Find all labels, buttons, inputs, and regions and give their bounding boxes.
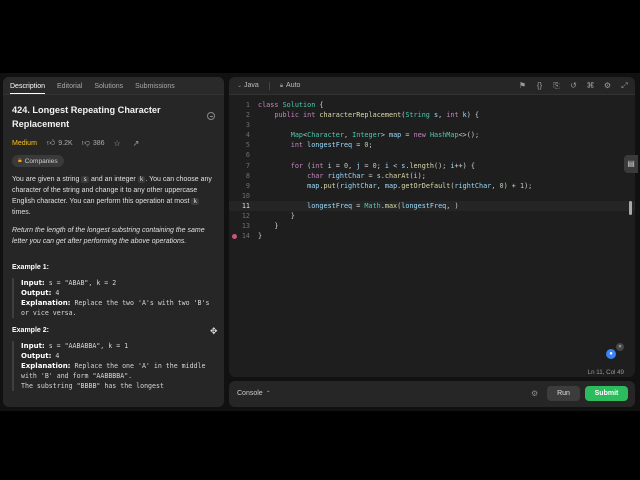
problem-meta: Medium 👍︎ 9.2K 👎︎ 386 ☆ ↗ bbox=[12, 137, 218, 149]
code-editor-panel: ⌄ Java 🔒︎ Auto ⚑ {} ⎘ ↺ ⌘ ⚙ ⤢ 1 class Solut… bbox=[229, 77, 635, 377]
cursor-position: Ln 11, Col 49 bbox=[587, 369, 624, 376]
app-window: Description Editorial Solutions Submissi… bbox=[0, 73, 640, 411]
submit-button[interactable]: Submit bbox=[585, 386, 628, 401]
side-panel-toggle[interactable]: ▤ bbox=[624, 155, 638, 173]
thumbs-up-icon: 👍︎ bbox=[46, 138, 56, 147]
lock-icon: 🔒︎ bbox=[279, 82, 284, 89]
difficulty-badge: Medium bbox=[12, 139, 37, 147]
lock-icon: 🔒︎ bbox=[18, 157, 22, 164]
thumbs-down-icon: 👎︎ bbox=[81, 138, 90, 147]
tab-solutions[interactable]: Solutions bbox=[94, 83, 123, 94]
companies-label: Companies bbox=[24, 157, 58, 165]
braces-icon[interactable]: {} bbox=[535, 81, 544, 90]
like-count: 9.2K bbox=[58, 139, 73, 147]
code-line: 9 map.put(rightChar, map.getOrDefault(ri… bbox=[245, 181, 533, 190]
code-line: 4 Map<Character, Integer> map = new Hash… bbox=[245, 131, 480, 140]
code-line: 3 bbox=[245, 121, 250, 130]
chevron-up-icon: ⌃ bbox=[265, 391, 271, 397]
editor-actions: ⚑ {} ⎘ ↺ ⌘ ⚙ ⤢ bbox=[510, 81, 629, 90]
example-2-title: Example 2: bbox=[12, 327, 49, 334]
code-line: 7 for (int i = 0, j = 0; i < s.length();… bbox=[245, 161, 475, 170]
editor-scrollbar[interactable] bbox=[629, 201, 632, 215]
reset-icon[interactable]: ↺ bbox=[569, 81, 578, 90]
like-button[interactable]: 👍︎ 9.2K bbox=[47, 138, 73, 148]
tab-description[interactable]: Description bbox=[10, 83, 46, 94]
example-1-block: Input: s = "ABAB", k = 2 Output: 4 Expla… bbox=[12, 278, 218, 318]
collapse-icon[interactable] bbox=[207, 112, 215, 120]
debug-icon[interactable]: ⚙ bbox=[531, 389, 538, 398]
share-icon: ↗ bbox=[132, 138, 140, 148]
toolbar-divider bbox=[268, 81, 270, 90]
editor-toolbar: ⌄ Java 🔒︎ Auto ⚑ {} ⎘ ↺ ⌘ ⚙ ⤢ bbox=[229, 77, 635, 95]
problem-statement: You are given a string s and an integer … bbox=[12, 176, 212, 216]
fullscreen-icon[interactable]: ⤢ bbox=[620, 81, 629, 90]
chevron-down-icon: ⌄ bbox=[237, 83, 243, 89]
document-icon: ▤ bbox=[627, 159, 635, 168]
code-line: 6 bbox=[245, 151, 250, 160]
bookmark-icon[interactable]: ⚑ bbox=[518, 81, 527, 90]
move-cursor-icon: ✥ bbox=[210, 326, 218, 336]
left-tab-bar: Description Editorial Solutions Submissi… bbox=[3, 77, 224, 95]
code-line: 14} bbox=[229, 231, 635, 241]
console-bar: Console ⌃ ⚙ Run Submit bbox=[229, 381, 635, 407]
run-button[interactable]: Run bbox=[547, 386, 580, 401]
console-toggle[interactable]: Console ⌃ bbox=[237, 390, 271, 397]
dislike-count: 386 bbox=[92, 139, 105, 147]
code-line: 11 longestFreq = Math.max(longestFreq, ) bbox=[241, 201, 459, 210]
auto-mode-toggle[interactable]: 🔒︎ Auto bbox=[280, 82, 301, 90]
problem-title: 424. Longest Repeating Character Replace… bbox=[12, 105, 161, 129]
star-icon: ☆ bbox=[113, 138, 121, 148]
code-line: 10 bbox=[241, 191, 250, 200]
tab-submissions[interactable]: Submissions bbox=[135, 83, 175, 94]
close-icon[interactable]: ✕ bbox=[616, 343, 624, 351]
code-line: 8 char rightChar = s.charAt(i); bbox=[245, 171, 426, 180]
share-button[interactable]: ↗ bbox=[133, 139, 143, 148]
example-2-block: Input: s = "AABABBA", k = 1 Output: 4 Ex… bbox=[12, 341, 218, 391]
shortcut-icon[interactable]: ⌘ bbox=[586, 81, 595, 90]
settings-icon[interactable]: ⚙ bbox=[603, 81, 612, 90]
chat-icon[interactable]: ● bbox=[606, 349, 616, 359]
code-area[interactable]: 1 class Solution { 2 public int character… bbox=[229, 100, 635, 241]
code-line: 13 } bbox=[241, 222, 279, 231]
tab-editorial[interactable]: Editorial bbox=[57, 83, 82, 94]
code-line: 5 int longestFreq = 0; bbox=[245, 141, 373, 150]
description-panel: Description Editorial Solutions Submissi… bbox=[3, 77, 224, 407]
dislike-button[interactable]: 👎︎ 386 bbox=[82, 138, 105, 148]
format-icon[interactable]: ⎘ bbox=[552, 81, 561, 90]
code-line: 2 public int characterReplacement(String… bbox=[245, 111, 480, 120]
language-select[interactable]: ⌄ Java bbox=[237, 82, 259, 89]
problem-task: Return the length of the longest substri… bbox=[12, 227, 205, 245]
companies-tag[interactable]: 🔒︎ Companies bbox=[12, 155, 64, 167]
code-line: 1 class Solution { bbox=[245, 101, 324, 109]
code-line: 12 } bbox=[241, 212, 295, 221]
example-1-title: Example 1: bbox=[12, 264, 49, 271]
favorite-button[interactable]: ☆ bbox=[114, 139, 124, 148]
problem-description: 424. Longest Repeating Character Replace… bbox=[12, 103, 218, 391]
